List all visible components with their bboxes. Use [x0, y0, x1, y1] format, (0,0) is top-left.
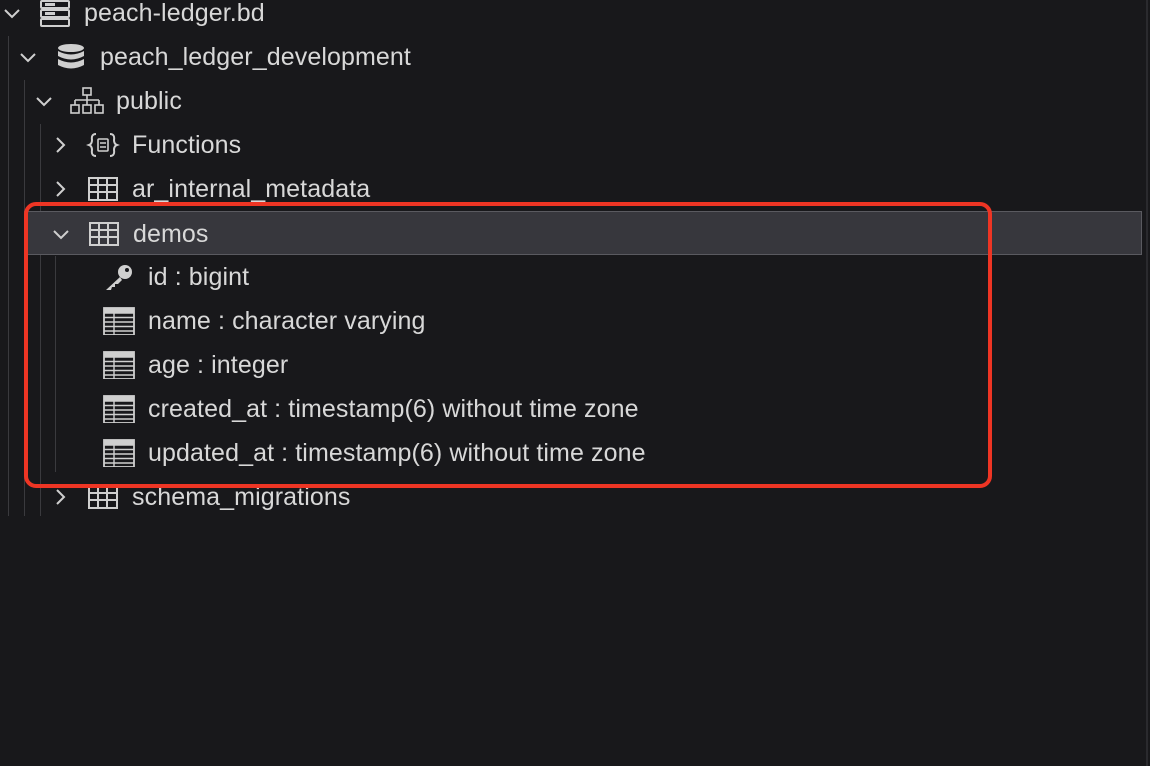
chevron-right-icon[interactable] [50, 179, 70, 199]
chevron-right-icon[interactable] [50, 135, 70, 155]
tree-item-table[interactable]: schema_migrations [0, 475, 1140, 519]
panel-border [1146, 0, 1148, 766]
schema-label: public [116, 87, 182, 115]
column-label: id : bigint [148, 263, 250, 291]
column-icon [103, 351, 135, 379]
schema-icon [70, 87, 104, 114]
tree-item-column[interactable]: created_at : timestamp(6) without time z… [0, 387, 1140, 431]
table-label: schema_migrations [132, 483, 351, 511]
table-icon [88, 485, 118, 509]
table-label: demos [133, 220, 209, 248]
functions-label: Functions [132, 131, 242, 159]
table-icon [88, 177, 118, 201]
tree-item-column[interactable]: id : bigint [0, 255, 1140, 299]
chevron-down-icon[interactable] [18, 47, 38, 67]
database-icon [58, 44, 84, 69]
server-label: peach-ledger.bd [84, 0, 265, 27]
tree-item-server[interactable]: peach-ledger.bd [0, 0, 1140, 35]
column-icon [103, 395, 135, 423]
tree-item-column[interactable]: age : integer [0, 343, 1140, 387]
tree-item-table[interactable]: ar_internal_metadata [0, 167, 1140, 211]
column-icon [103, 307, 135, 335]
chevron-down-icon[interactable] [34, 91, 54, 111]
column-icon [103, 439, 135, 467]
database-label: peach_ledger_development [100, 43, 411, 71]
function-icon [86, 133, 120, 157]
tree-item-column[interactable]: updated_at : timestamp(6) without time z… [0, 431, 1140, 475]
tree-item-database[interactable]: peach_ledger_development [0, 35, 1140, 79]
tree-item-functions[interactable]: Functions [0, 123, 1140, 167]
chevron-right-icon[interactable] [50, 487, 70, 507]
tree-item-schema-public[interactable]: public [0, 79, 1140, 123]
database-explorer-tree: peach-ledger.bd peach_ledger_development… [0, 0, 1150, 766]
column-label: updated_at : timestamp(6) without time z… [148, 439, 646, 467]
chevron-down-icon[interactable] [51, 224, 71, 244]
key-icon [106, 265, 132, 290]
column-label: created_at : timestamp(6) without time z… [148, 395, 639, 423]
column-label: age : integer [148, 351, 289, 379]
tree-item-table-selected[interactable]: demos [24, 211, 1142, 255]
table-label: ar_internal_metadata [132, 175, 371, 203]
tree-item-column[interactable]: name : character varying [0, 299, 1140, 343]
column-label: name : character varying [148, 307, 426, 335]
chevron-down-icon[interactable] [2, 3, 22, 23]
server-icon [40, 0, 70, 27]
table-icon [89, 222, 119, 246]
